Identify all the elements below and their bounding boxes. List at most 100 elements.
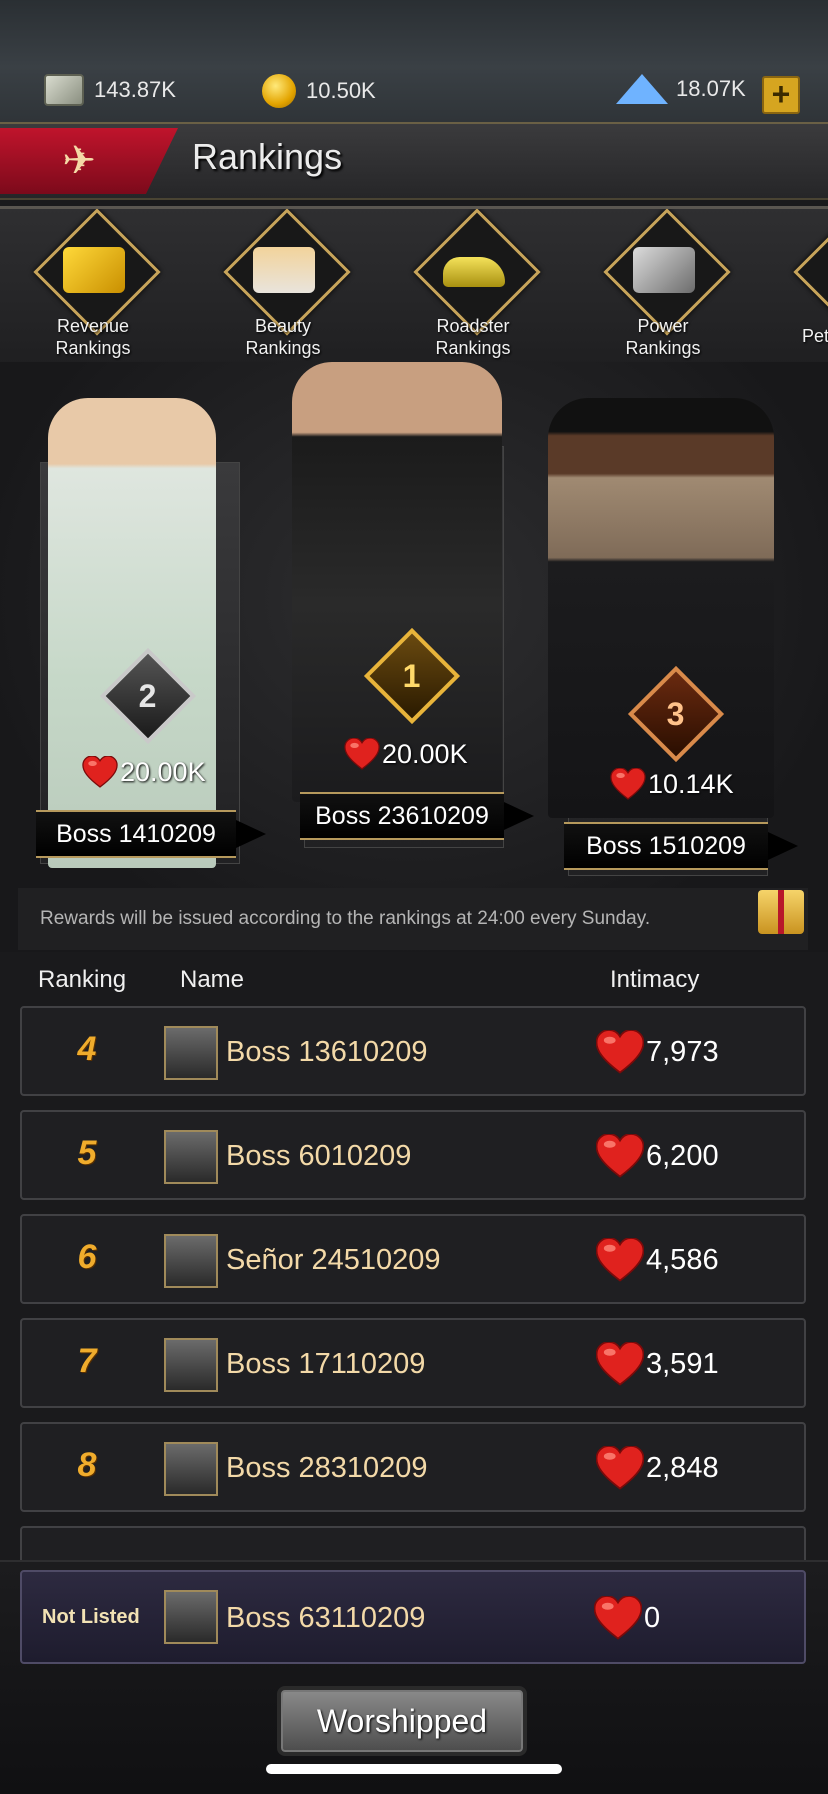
- my-intimacy: 0: [594, 1596, 660, 1640]
- top-three-podium: 2 1 3 20.00K 20.00K 10.14K Boss 1410209 …: [0, 362, 828, 952]
- rank-number: 2: [139, 677, 157, 714]
- avatar[interactable]: [164, 1338, 218, 1392]
- row-name: Boss 13610209: [226, 1036, 428, 1068]
- avatar[interactable]: [164, 1130, 218, 1184]
- avatar[interactable]: [164, 1590, 218, 1644]
- tab-frame: [793, 209, 828, 336]
- score-value: 6,200: [646, 1139, 719, 1172]
- podium-name-3[interactable]: Boss 1510209: [564, 822, 798, 870]
- gold-coin-icon: [262, 74, 296, 108]
- heart-icon: [344, 738, 380, 770]
- table-row[interactable]: 8 Boss 28310209 2,848: [20, 1422, 806, 1512]
- row-intimacy: 2,848: [596, 1446, 719, 1490]
- table-row[interactable]: 7 Boss 17110209 3,591: [20, 1318, 806, 1408]
- podium-name-1[interactable]: Boss 23610209: [300, 792, 534, 840]
- resource-bar: 143.87K 10.50K 18.07K +: [0, 0, 828, 122]
- tab-label: Rankings: [245, 338, 321, 358]
- row-name: Boss 28310209: [226, 1452, 428, 1484]
- podium-score-3: 10.14K: [610, 768, 734, 800]
- row-intimacy: 6,200: [596, 1134, 719, 1178]
- cash-value: 143.87K: [94, 77, 176, 102]
- tab-label: Pet: [802, 326, 828, 346]
- avatar[interactable]: [164, 1234, 218, 1288]
- heart-icon: [610, 768, 646, 800]
- my-rank-status: Not Listed: [42, 1606, 140, 1628]
- heart-icon: [596, 1030, 644, 1074]
- tab-label: Rankings: [435, 338, 511, 358]
- rewards-note: Rewards will be issued according to the …: [18, 888, 808, 950]
- ranking-category-tabs: Revenue Rankings Beauty Rankings Roadster R…: [0, 206, 828, 368]
- cash-icon: [44, 74, 84, 106]
- my-rank-row[interactable]: Not Listed Boss 63110209 0: [20, 1570, 806, 1664]
- row-name: Boss 17110209: [226, 1348, 426, 1380]
- diamond-resource: 18.07K: [616, 74, 746, 104]
- score-value: 20.00K: [382, 738, 468, 769]
- avatar-rank-2[interactable]: [48, 398, 216, 868]
- table-row[interactable]: 4 Boss 13610209 7,973: [20, 1006, 806, 1096]
- rank-number: 3: [667, 695, 685, 732]
- score-value: 10.14K: [648, 768, 734, 799]
- title-bar: ✈ Rankings: [0, 122, 828, 200]
- page-title: Rankings: [192, 136, 343, 177]
- row-name: Boss 6010209: [226, 1140, 412, 1172]
- podium-name-2[interactable]: Boss 1410209: [36, 810, 266, 858]
- crossed-guns-icon: [633, 247, 695, 293]
- cash-resource: 143.87K: [44, 74, 176, 106]
- worship-button[interactable]: Worshipped: [277, 1686, 527, 1756]
- row-intimacy: 3,591: [596, 1342, 719, 1386]
- heart-icon: [596, 1238, 644, 1282]
- avatar-rank-3[interactable]: [548, 398, 774, 818]
- table-row[interactable]: 6 Señor 24510209 4,586: [20, 1214, 806, 1304]
- row-rank: 8: [77, 1446, 97, 1484]
- beauty-portrait-icon: [253, 247, 315, 293]
- back-button[interactable]: ✈: [0, 128, 178, 194]
- heart-icon: [82, 756, 118, 788]
- row-intimacy: 7,973: [596, 1030, 719, 1074]
- avatar[interactable]: [164, 1026, 218, 1080]
- tab-label: Power: [637, 316, 689, 336]
- tab-roadster-rankings[interactable]: Roadster Rankings: [398, 209, 548, 358]
- diamond-value: 18.07K: [676, 76, 746, 101]
- tab-pet-rankings[interactable]: Pet: [778, 209, 828, 357]
- money-icon: [63, 247, 125, 293]
- heart-icon: [594, 1596, 642, 1640]
- header-name: Name: [180, 966, 245, 993]
- header-ranking: Ranking: [38, 966, 127, 993]
- header-intimacy: Intimacy: [610, 966, 700, 993]
- score-value: 3,591: [646, 1347, 719, 1380]
- podium-score-2: 20.00K: [82, 756, 206, 788]
- score-value: 4,586: [646, 1243, 719, 1276]
- diamond-icon: [616, 74, 668, 104]
- row-rank: 7: [77, 1342, 97, 1380]
- wing-arrow-icon: ✈: [62, 139, 96, 183]
- coin-value: 10.50K: [306, 78, 376, 103]
- tab-label: Roadster: [436, 316, 510, 336]
- tab-beauty-rankings[interactable]: Beauty Rankings: [208, 209, 358, 358]
- tab-label: Beauty: [254, 316, 312, 336]
- tab-label: Revenue: [56, 316, 130, 336]
- tab-revenue-rankings[interactable]: Revenue Rankings: [18, 209, 168, 358]
- avatar-rank-1[interactable]: [292, 362, 502, 802]
- row-name: Señor 24510209: [226, 1244, 441, 1276]
- row-rank: 6: [77, 1238, 97, 1276]
- gift-box-icon[interactable]: [758, 890, 804, 934]
- tab-power-rankings[interactable]: Power Rankings: [588, 209, 738, 358]
- row-intimacy: 4,586: [596, 1238, 719, 1282]
- avatar[interactable]: [164, 1442, 218, 1496]
- table-row[interactable]: 5 Boss 6010209 6,200: [20, 1110, 806, 1200]
- heart-icon: [596, 1342, 644, 1386]
- score-value: 7,973: [646, 1035, 719, 1068]
- tab-label: Rankings: [625, 338, 701, 358]
- score-value: 20.00K: [120, 756, 206, 787]
- rank-number: 1: [403, 657, 421, 694]
- heart-icon: [596, 1134, 644, 1178]
- score-value: 0: [644, 1601, 661, 1634]
- home-indicator[interactable]: [266, 1764, 562, 1774]
- coin-resource: 10.50K: [262, 74, 376, 108]
- my-name: Boss 63110209: [226, 1602, 426, 1634]
- score-value: 2,848: [646, 1451, 719, 1484]
- tab-label: Rankings: [55, 338, 131, 358]
- add-diamonds-button[interactable]: +: [762, 76, 800, 114]
- row-rank: 4: [77, 1030, 97, 1068]
- row-rank: 5: [77, 1134, 97, 1172]
